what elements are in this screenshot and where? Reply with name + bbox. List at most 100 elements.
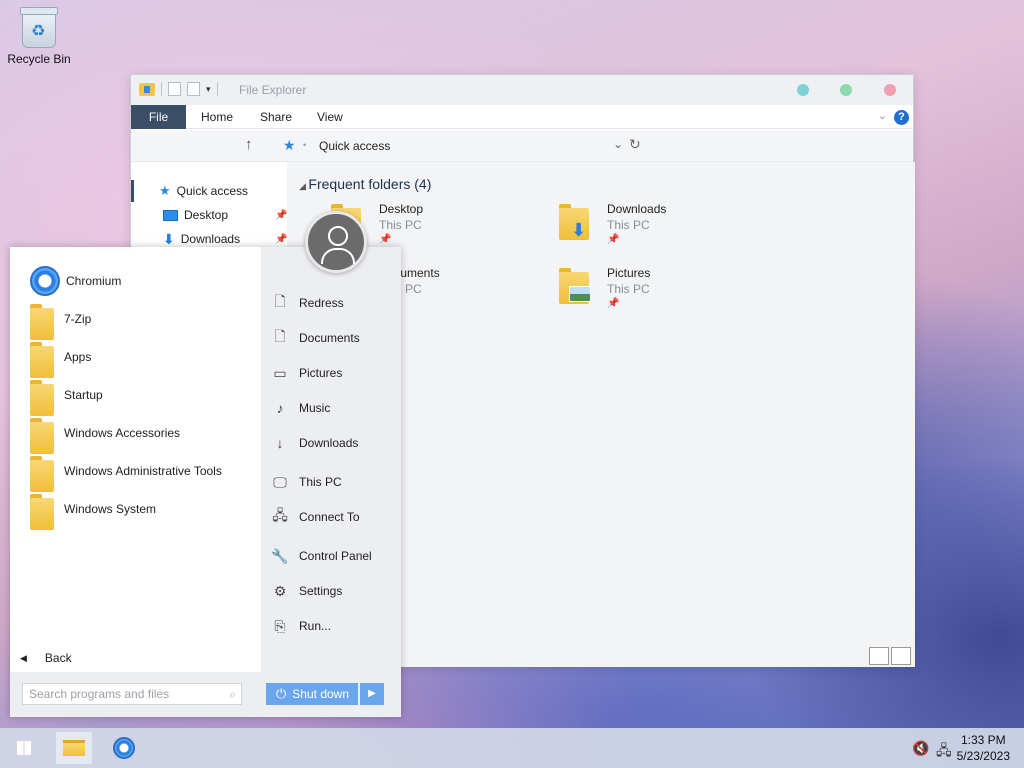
folder-name: Downloads	[607, 202, 667, 216]
customize-dropdown-icon[interactable]: ▾	[206, 84, 211, 95]
minimize-button[interactable]	[797, 84, 809, 96]
shut-down-options-button[interactable]: ▶	[360, 683, 384, 705]
power-icon: ⏻	[276, 686, 287, 701]
windows-logo-icon	[17, 741, 31, 755]
program-chromium[interactable]: Chromium	[30, 262, 121, 300]
link-label: Redress	[299, 296, 344, 310]
nav-desktop[interactable]: Desktop 📌	[163, 204, 287, 226]
link-label: Pictures	[299, 366, 343, 380]
nav-label: Quick access	[176, 184, 249, 198]
wrench-icon: 🔧	[271, 547, 289, 564]
link-documents[interactable]: 🗋 Documents	[271, 326, 360, 350]
start-button[interactable]	[6, 732, 42, 764]
nav-label: Downloads	[180, 232, 241, 246]
user-avatar[interactable]	[305, 211, 367, 273]
link-redress[interactable]: 🗋 Redress	[271, 291, 344, 315]
chromium-icon	[113, 737, 135, 759]
properties-icon[interactable]	[168, 82, 181, 96]
shut-down-button[interactable]: ⏻ Shut down	[266, 683, 358, 705]
link-label: Documents	[299, 331, 360, 345]
window-title: File Explorer	[239, 83, 307, 97]
computer-icon: 🖵	[273, 473, 287, 490]
group-header[interactable]: ◢ Frequent folders (4)	[299, 176, 431, 192]
nav-quick-access[interactable]: ★ Quick access	[159, 180, 248, 202]
large-icons-view-button[interactable]	[891, 647, 911, 665]
selection-indicator	[131, 180, 134, 202]
maximize-button[interactable]	[840, 84, 852, 96]
link-settings[interactable]: ⚙ Settings	[271, 579, 343, 603]
program-apps[interactable]: Apps	[30, 338, 92, 378]
volume-muted-icon[interactable]: 🔇	[912, 740, 929, 757]
desktop-icon	[163, 209, 178, 221]
tab-file[interactable]: File	[131, 105, 186, 129]
downloads-folder-icon: ⬇	[559, 204, 593, 240]
program-windows-administrative-tools[interactable]: Windows Administrative Tools	[30, 452, 222, 492]
collapse-triangle-icon: ◢	[299, 181, 309, 191]
folder-name: Pictures	[607, 266, 651, 280]
program-windows-accessories[interactable]: Windows Accessories	[30, 414, 181, 454]
taskbar-chromium[interactable]	[106, 732, 142, 764]
folder-name: Desktop	[379, 202, 424, 216]
programs-list: Chromium 7-Zip Apps Startup Windows Acce…	[10, 247, 261, 672]
apps-folder-icon	[30, 342, 58, 378]
tab-share[interactable]: Share	[260, 105, 292, 129]
folder-location: This PC	[607, 282, 650, 296]
details-view-button[interactable]	[869, 647, 889, 665]
program-7zip[interactable]: 7-Zip	[30, 300, 91, 340]
link-this-pc[interactable]: 🖵 This PC	[271, 470, 341, 494]
quick-access-toolbar: ▾	[139, 82, 218, 96]
tab-home[interactable]: Home	[201, 105, 233, 129]
breadcrumb-separator: •	[303, 140, 307, 150]
program-label: Apps	[64, 350, 92, 364]
folder-tile-downloads[interactable]: ⬇ Downloads This PC 📌	[559, 196, 779, 252]
link-music[interactable]: ♪ Music	[271, 396, 331, 420]
breadcrumb[interactable]: Quick access	[319, 139, 390, 153]
pin-icon: 📌	[607, 234, 620, 245]
link-connect-to[interactable]: 🖧 Connect To	[271, 505, 359, 529]
pictures-folder-icon	[559, 268, 593, 304]
program-windows-system[interactable]: Windows System	[30, 490, 157, 530]
expand-ribbon-icon[interactable]: ⌄	[878, 109, 887, 122]
tab-view[interactable]: View	[317, 105, 343, 129]
quick-access-star-icon: ★	[283, 137, 296, 153]
help-icon[interactable]: ?	[894, 110, 909, 125]
download-arrow-icon: ⬇	[163, 230, 175, 247]
star-icon: ★	[159, 183, 171, 198]
program-label: Windows Administrative Tools	[64, 464, 222, 478]
close-button[interactable]	[884, 84, 896, 96]
recycle-bin-desktop-icon[interactable]: ♻ Recycle Bin	[4, 7, 74, 66]
program-label: Startup	[64, 388, 103, 402]
program-startup[interactable]: Startup	[30, 376, 103, 416]
separator	[161, 82, 162, 96]
address-dropdown-icon[interactable]: ⌄	[613, 137, 623, 151]
recycle-bin-label: Recycle Bin	[7, 52, 71, 66]
program-label: Windows System	[64, 502, 157, 516]
link-label: Control Panel	[299, 549, 372, 563]
back-button[interactable]: ◀ Back	[20, 651, 72, 665]
link-control-panel[interactable]: 🔧 Control Panel	[271, 544, 372, 568]
link-downloads[interactable]: ↓ Downloads	[271, 431, 359, 455]
clock[interactable]: 1:33 PM 5/23/2023	[957, 732, 1010, 764]
shut-down-label: Shut down	[292, 687, 350, 701]
folder-icon	[30, 494, 58, 530]
search-icon: ⌕	[229, 687, 236, 701]
new-folder-icon[interactable]	[187, 82, 200, 96]
folder-tile-pictures[interactable]: Pictures This PC 📌	[559, 260, 779, 316]
refresh-icon[interactable]: ↻	[629, 136, 641, 153]
folder-icon[interactable]	[139, 82, 155, 96]
network-disconnected-icon[interactable]: 🖧	[936, 740, 952, 764]
back-arrow-icon: ◀	[20, 652, 27, 663]
link-run[interactable]: ⎘ Run...	[271, 614, 331, 638]
address-bar: ↑ ★ • Quick access ⌄ ↻	[131, 130, 913, 162]
start-menu-footer: Search programs and files ⌕ ⏻ Shut down …	[10, 672, 401, 717]
taskbar: 🔇 🖧 1:33 PM 5/23/2023	[0, 728, 1024, 768]
search-input[interactable]: Search programs and files ⌕	[22, 683, 242, 705]
program-label: Windows Accessories	[64, 426, 181, 440]
pin-icon[interactable]: 📌	[275, 234, 287, 245]
download-icon: ↓	[276, 435, 284, 451]
pin-icon[interactable]: 📌	[275, 210, 287, 221]
link-pictures[interactable]: ▭ Pictures	[271, 361, 342, 385]
taskbar-file-explorer[interactable]	[56, 732, 92, 764]
folder-icon	[63, 740, 85, 756]
up-arrow-icon[interactable]: ↑	[245, 136, 253, 153]
